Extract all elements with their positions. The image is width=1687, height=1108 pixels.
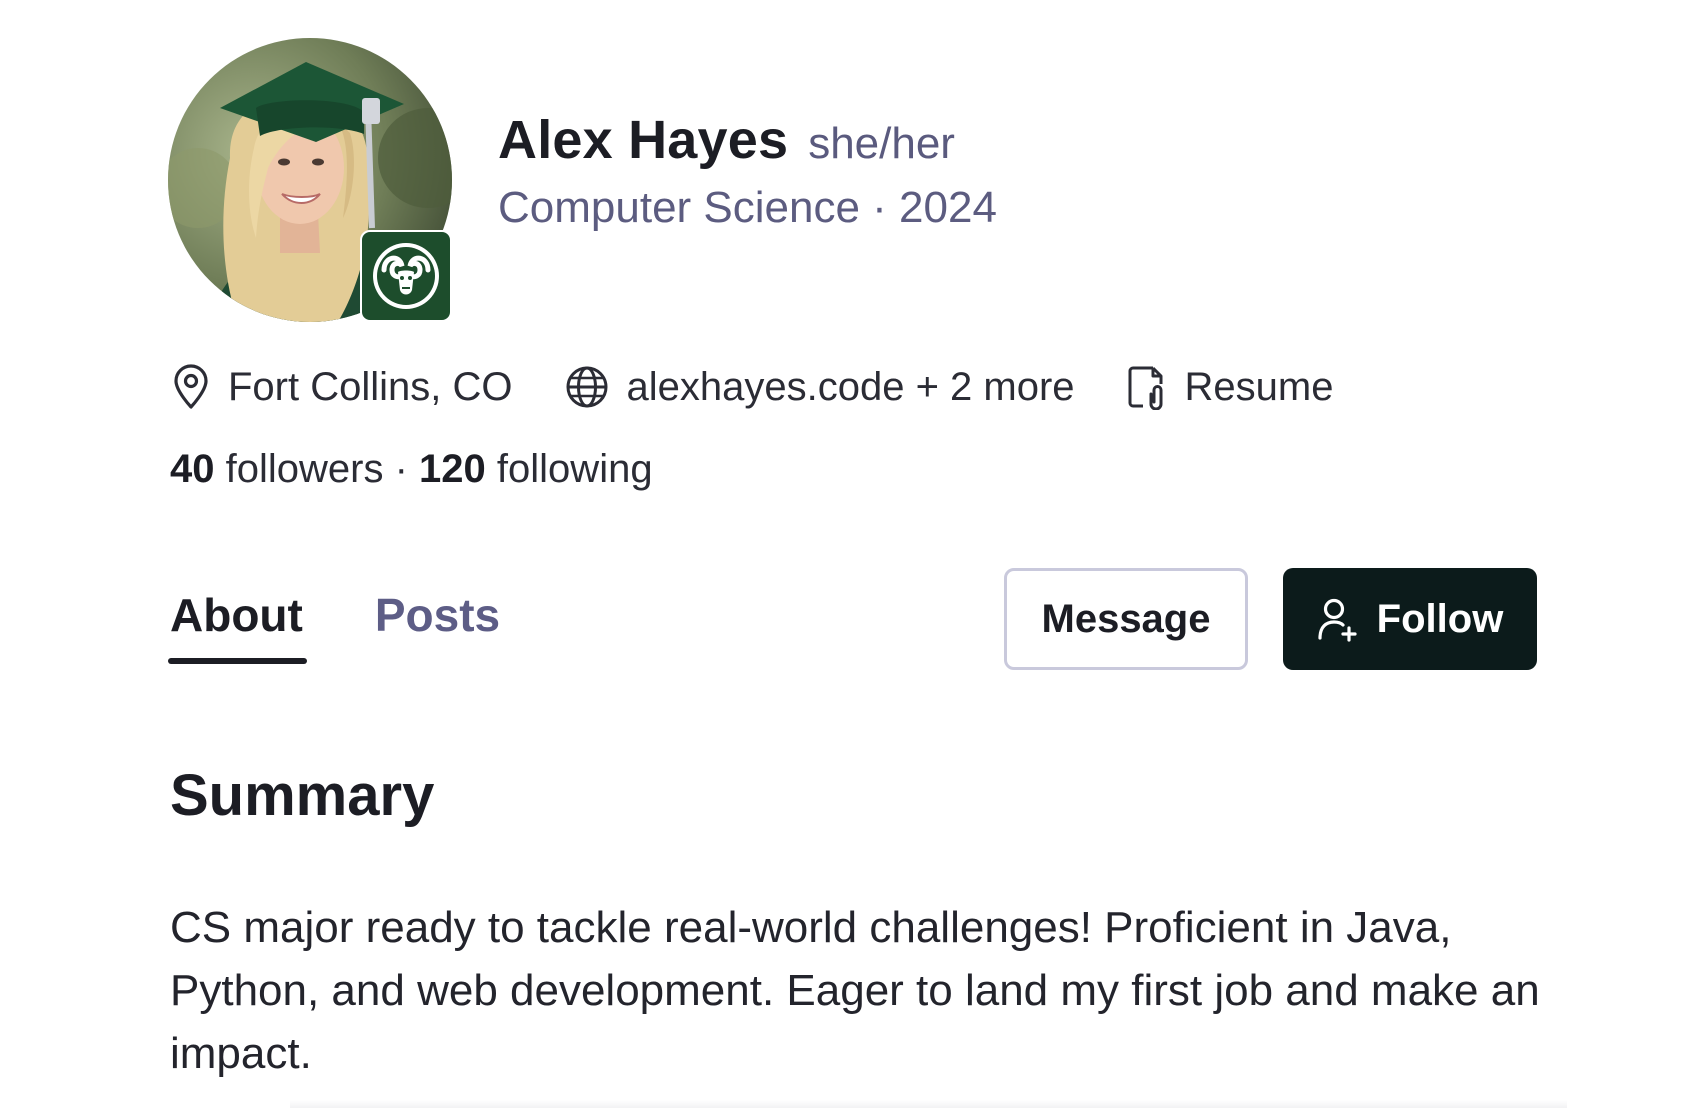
summary-heading: Summary [170,763,435,828]
tab-posts[interactable]: Posts [375,588,500,664]
profile-tabs: About Posts [168,588,572,664]
profile-meta-row: Fort Collins, CO alexhayes.code + 2 more… [172,364,1386,410]
identity-block: Alex Hayes she/her Computer Science · 20… [498,109,997,233]
follow-button[interactable]: Follow [1283,568,1537,670]
resume-text[interactable]: Resume [1185,365,1334,410]
location-text: Fort Collins, CO [228,364,513,409]
divider [290,1100,1567,1108]
follow-label: Follow [1376,596,1504,641]
followers-label[interactable]: followers [226,447,384,491]
school-badge [360,230,452,322]
location-pin-icon [172,364,210,410]
following-label[interactable]: following [497,447,653,491]
profile-header: Alex Hayes she/her Computer Science · 20… [168,38,997,322]
summary-text: CS major ready to tackle real-world chal… [170,903,1540,1078]
globe-icon [565,365,609,409]
major-and-year: Computer Science · 2024 [498,183,997,232]
pronouns: she/her [808,119,955,168]
following-count[interactable]: 120 [419,447,486,491]
ram-mascot-icon [373,243,439,309]
tab-about[interactable]: About [168,588,307,664]
website-link[interactable]: alexhayes.code + 2 more [565,365,1075,410]
name-row: Alex Hayes she/her [498,109,997,171]
location: Fort Collins, CO [172,364,513,410]
avatar[interactable] [168,38,452,322]
add-user-icon [1317,596,1359,642]
document-attachment-icon [1127,364,1167,410]
follow-stats: 40 followers · 120 following [170,447,653,492]
resume-link[interactable]: Resume [1127,364,1334,410]
stats-separator: · [394,447,408,491]
followers-count[interactable]: 40 [170,447,215,491]
message-button[interactable]: Message [1004,568,1248,670]
profile-name: Alex Hayes [498,110,789,170]
website-text[interactable]: alexhayes.code + 2 more [627,365,1075,410]
